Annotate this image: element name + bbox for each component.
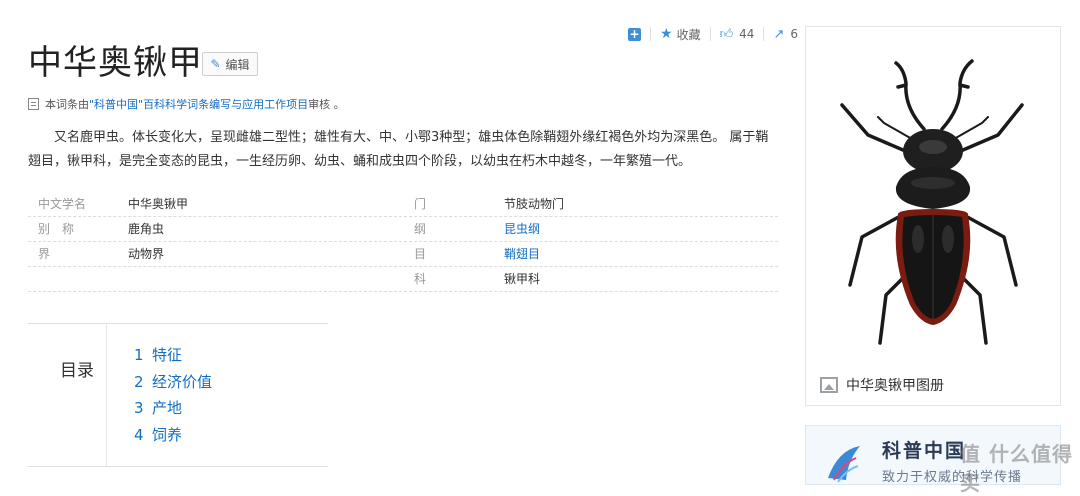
album-caption[interactable]: 中华奥锹甲图册 — [820, 375, 944, 395]
toc-side: 目录 — [28, 324, 107, 466]
pencil-icon: ✎ — [210, 57, 221, 71]
source-link[interactable]: "科普中国"百科科学词条编写与应用工作项目 — [89, 96, 308, 112]
toc-num: 1 — [134, 346, 144, 364]
divider — [650, 27, 651, 41]
toc-text: 经济价值 — [152, 372, 213, 391]
info-key: 目 — [414, 247, 427, 261]
document-icon — [28, 98, 39, 110]
basic-info-table: 中文学名 中华奥锹甲 门 节肢动物门 别 称 鹿角虫 纲 昆虫纲 界 动物界 目… — [28, 192, 778, 292]
toc-item[interactable]: 3 产地 — [134, 395, 212, 422]
info-value: 鹿角虫 — [128, 222, 165, 236]
toc-text: 饲养 — [152, 425, 183, 444]
divider — [763, 27, 765, 41]
table-of-contents: 目录 1 特征 2 经济价值 3 产地 4 饲养 — [28, 323, 328, 467]
toc-item[interactable]: 1 特征 — [134, 342, 212, 369]
article-toolbar: + ★ 收藏 👍︎ 44 ↗ 6 — [628, 26, 798, 42]
info-value: 节肢动物门 — [504, 197, 565, 211]
info-key: 纲 — [414, 222, 427, 236]
summary-paragraph: 又名鹿甲虫。体长变化大，呈现雌雄二型性；雄性有大、中、小鄂3种型；雄虫体色除鞘翅… — [28, 130, 769, 169]
beetle-image — [840, 59, 1024, 345]
info-key: 门 — [414, 197, 427, 211]
thumbs-up-icon: 👍︎ — [719, 26, 734, 42]
info-key: 科 — [414, 272, 427, 286]
info-value: 锹甲科 — [504, 272, 541, 286]
share-button[interactable]: ↗ 6 — [773, 26, 798, 42]
star-icon: ★ — [660, 26, 673, 42]
kepu-logo-icon — [828, 446, 860, 483]
info-value-link[interactable]: 昆虫纲 — [504, 217, 540, 241]
watermark: 值 什么值得买 — [960, 442, 1073, 495]
plus-icon: + — [628, 26, 641, 41]
toc-num: 4 — [134, 425, 144, 444]
source-prefix: 本词条由 — [45, 98, 89, 111]
share-count: 6 — [790, 27, 798, 41]
edit-label: 编辑 — [225, 57, 250, 72]
share-icon: ↗ — [773, 26, 785, 42]
page-title: 中华奥锹甲 — [28, 43, 203, 83]
collect-label: 收藏 — [676, 27, 701, 42]
info-key: 别 称 — [38, 222, 75, 236]
like-count: 44 — [739, 27, 755, 41]
collect-button[interactable]: ★ 收藏 — [660, 26, 701, 42]
toc-text: 产地 — [152, 399, 183, 417]
add-button[interactable]: + — [628, 26, 641, 42]
album-card[interactable]: 中华奥锹甲图册 — [805, 26, 1061, 406]
like-button[interactable]: 👍︎ 44 — [720, 26, 755, 42]
divider — [709, 27, 711, 41]
album-caption-text: 中华奥锹甲图册 — [846, 378, 944, 394]
edit-button[interactable]: ✎ 编辑 — [202, 52, 258, 76]
toc-num: 3 — [134, 399, 144, 417]
info-row: 科 锹甲科 — [28, 267, 778, 292]
review-source: 本词条由 "科普中国"百科科学词条编写与应用工作项目 审核 。 — [28, 96, 345, 112]
source-suffix: 审核 。 — [308, 98, 345, 111]
info-key: 界 — [38, 247, 51, 261]
info-value: 动物界 — [128, 247, 165, 261]
toc-list: 1 特征 2 经济价值 3 产地 4 饲养 — [134, 342, 212, 448]
banner-title: 科普中国 — [882, 440, 967, 462]
info-key: 中文学名 — [38, 197, 87, 211]
info-row: 界 动物界 目 鞘翅目 — [28, 242, 778, 267]
toc-label: 目录 — [60, 361, 94, 381]
info-row: 中文学名 中华奥锹甲 门 节肢动物门 — [28, 192, 778, 217]
toc-num: 2 — [134, 372, 144, 391]
toc-item[interactable]: 2 经济价值 — [134, 369, 212, 396]
info-row: 别 称 鹿角虫 纲 昆虫纲 — [28, 217, 778, 242]
info-value: 中华奥锹甲 — [128, 197, 189, 211]
image-gallery-icon — [820, 377, 838, 393]
toc-item[interactable]: 4 饲养 — [134, 422, 212, 449]
toc-text: 特征 — [152, 346, 183, 364]
info-value-link[interactable]: 鞘翅目 — [504, 242, 540, 266]
